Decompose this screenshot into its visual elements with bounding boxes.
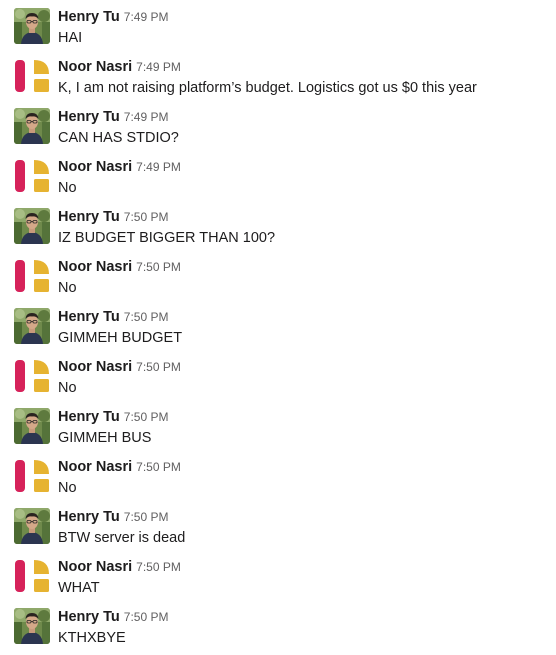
noor-logo-avatar[interactable] [14,358,50,394]
henry-photo-avatar-icon [14,508,50,544]
message-header: Henry Tu 7:50 PM [58,308,168,326]
message-item: Noor Nasri 7:49 PM K, I am not raising pla… [0,50,556,100]
message-header: Noor Nasri 7:49 PM [58,58,181,76]
message-header: Henry Tu 7:49 PM [58,108,168,126]
message-item: Henry Tu 7:50 PM GIMMEH BUS [0,400,556,450]
noor-logo-avatar-icon [14,258,50,294]
noor-logo-avatar[interactable] [14,58,50,94]
henry-photo-avatar[interactable] [14,8,50,44]
message-item: Noor Nasri 7:50 PM No [0,250,556,300]
henry-photo-avatar-icon [14,208,50,244]
message-item: Noor Nasri 7:50 PM No [0,450,556,500]
message-timestamp[interactable]: 7:50 PM [136,460,181,474]
message-timestamp[interactable]: 7:50 PM [136,360,181,374]
message-text: GIMMEH BUDGET [58,330,183,346]
noor-logo-avatar[interactable] [14,458,50,494]
message-timestamp[interactable]: 7:50 PM [124,210,169,224]
message-text: No [58,480,77,496]
message-text: IZ BUDGET BIGGER THAN 100? [58,230,276,246]
message-list: Henry Tu 7:49 PM HAI Noor Nasri 7:49 PM K, I… [0,0,556,655]
noor-logo-avatar-icon [14,558,50,594]
noor-logo-avatar[interactable] [14,158,50,194]
message-header: Noor Nasri 7:49 PM [58,158,181,176]
message-text: K, I am not raising platform’s budget. L… [58,80,477,96]
message-text: No [58,380,77,396]
message-header: Noor Nasri 7:50 PM [58,458,181,476]
message-timestamp[interactable]: 7:49 PM [136,60,181,74]
message-item: Henry Tu 7:49 PM CAN HAS STDIO? [0,100,556,150]
sender-name[interactable]: Noor Nasri [58,459,132,475]
sender-name[interactable]: Noor Nasri [58,159,132,175]
henry-photo-avatar-icon [14,308,50,344]
message-text: No [58,280,77,296]
henry-photo-avatar-icon [14,408,50,444]
message-header: Henry Tu 7:50 PM [58,608,168,626]
henry-photo-avatar[interactable] [14,408,50,444]
message-text: WHAT [58,580,100,596]
message-timestamp[interactable]: 7:50 PM [124,310,169,324]
message-item: Noor Nasri 7:49 PM No [0,150,556,200]
message-text: KTHXBYE [58,630,126,646]
message-item: Noor Nasri 7:50 PM No [0,350,556,400]
message-item: Henry Tu 7:50 PM GIMMEH BUDGET [0,300,556,350]
noor-logo-avatar[interactable] [14,258,50,294]
message-header: Noor Nasri 7:50 PM [58,358,181,376]
message-header: Noor Nasri 7:50 PM [58,558,181,576]
message-text: HAI [58,30,83,46]
noor-logo-avatar-icon [14,358,50,394]
noor-logo-avatar[interactable] [14,558,50,594]
henry-photo-avatar-icon [14,108,50,144]
henry-photo-avatar[interactable] [14,208,50,244]
message-item: Henry Tu 7:49 PM HAI [0,0,556,50]
sender-name[interactable]: Henry Tu [58,509,120,525]
message-timestamp[interactable]: 7:50 PM [124,410,169,424]
message-header: Henry Tu 7:50 PM [58,508,168,526]
message-item: Henry Tu 7:50 PM KTHXBYE [0,600,556,650]
message-header: Noor Nasri 7:50 PM [58,258,181,276]
message-timestamp[interactable]: 7:50 PM [136,260,181,274]
sender-name[interactable]: Henry Tu [58,609,120,625]
henry-photo-avatar[interactable] [14,608,50,644]
message-text: CAN HAS STDIO? [58,130,179,146]
message-text: BTW server is dead [58,530,186,546]
henry-photo-avatar[interactable] [14,508,50,544]
noor-logo-avatar-icon [14,458,50,494]
message-header: Henry Tu 7:49 PM [58,8,168,26]
noor-logo-avatar-icon [14,158,50,194]
message-header: Henry Tu 7:50 PM [58,408,168,426]
sender-name[interactable]: Noor Nasri [58,59,132,75]
henry-photo-avatar-icon [14,608,50,644]
message-timestamp[interactable]: 7:49 PM [124,110,169,124]
sender-name[interactable]: Henry Tu [58,309,120,325]
sender-name[interactable]: Henry Tu [58,409,120,425]
henry-photo-avatar-icon [14,8,50,44]
message-header: Henry Tu 7:50 PM [58,208,168,226]
henry-photo-avatar[interactable] [14,108,50,144]
sender-name[interactable]: Noor Nasri [58,259,132,275]
henry-photo-avatar[interactable] [14,308,50,344]
message-item: Noor Nasri 7:50 PM WHAT [0,550,556,600]
sender-name[interactable]: Noor Nasri [58,559,132,575]
message-text: No [58,180,77,196]
message-timestamp[interactable]: 7:50 PM [124,510,169,524]
noor-logo-avatar-icon [14,58,50,94]
sender-name[interactable]: Henry Tu [58,209,120,225]
sender-name[interactable]: Henry Tu [58,109,120,125]
message-item: Henry Tu 7:50 PM BTW server is dead [0,500,556,550]
message-timestamp[interactable]: 7:50 PM [124,610,169,624]
message-timestamp[interactable]: 7:50 PM [136,560,181,574]
message-item: Henry Tu 7:50 PM IZ BUDGET BIGGER THAN 100… [0,200,556,250]
message-timestamp[interactable]: 7:49 PM [136,160,181,174]
sender-name[interactable]: Noor Nasri [58,359,132,375]
message-timestamp[interactable]: 7:49 PM [124,10,169,24]
message-text: GIMMEH BUS [58,430,152,446]
sender-name[interactable]: Henry Tu [58,9,120,25]
